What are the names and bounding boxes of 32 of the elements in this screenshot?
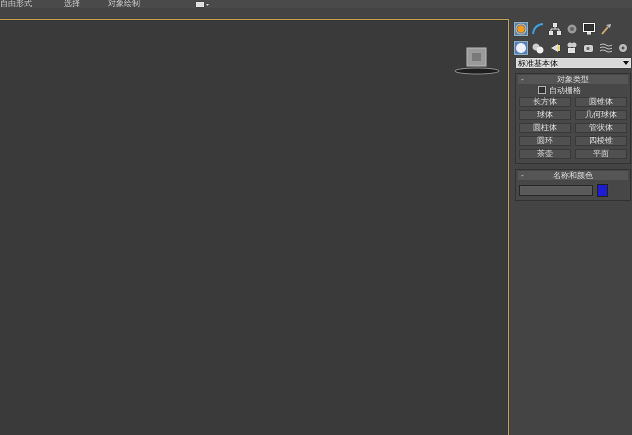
primitive-button[interactable]: 四棱锥	[575, 136, 627, 146]
collapse-toggle[interactable]: -	[521, 171, 531, 180]
hierarchy-tab[interactable]	[548, 22, 562, 36]
sun-tab[interactable]	[514, 22, 528, 36]
waves-tab[interactable]	[599, 40, 613, 54]
curve-tab[interactable]	[531, 22, 545, 36]
rollout-title: 对象类型	[557, 74, 589, 85]
rollout-header[interactable]: - 名称和颜色	[518, 171, 628, 180]
name-field[interactable]	[519, 185, 593, 196]
primitive-button[interactable]: 茶壶	[519, 149, 571, 159]
primitive-button[interactable]: 几何球体	[575, 110, 627, 120]
primitive-button[interactable]: 平面	[575, 149, 627, 159]
primitive-button[interactable]: 圆柱体	[519, 123, 571, 133]
category-dropdown[interactable]: 标准基本体	[516, 58, 631, 68]
checkbox[interactable]	[538, 86, 546, 94]
rollout-header[interactable]: - 对象类型	[518, 75, 628, 84]
camera-dropdown-icon[interactable]	[196, 2, 210, 8]
camera-tab[interactable]	[565, 40, 579, 54]
rollout-title: 名称和颜色	[553, 170, 593, 181]
primitive-button[interactable]: 圆环	[519, 136, 571, 146]
primitive-button[interactable]: 圆锥体	[575, 97, 627, 107]
shapes-tab[interactable]	[531, 40, 545, 54]
sphere-tab[interactable]	[514, 40, 528, 54]
caret-icon	[623, 61, 629, 65]
color-swatch[interactable]	[597, 184, 608, 197]
primitive-button[interactable]: 球体	[519, 110, 571, 120]
circle-tab[interactable]	[565, 22, 579, 36]
checkbox-label: 自动栅格	[549, 84, 581, 96]
monitor-tab[interactable]	[582, 22, 596, 36]
primitive-button[interactable]: 管状体	[575, 123, 627, 133]
primitive-button[interactable]: 长方体	[519, 97, 571, 107]
collapse-toggle[interactable]: -	[521, 75, 531, 84]
